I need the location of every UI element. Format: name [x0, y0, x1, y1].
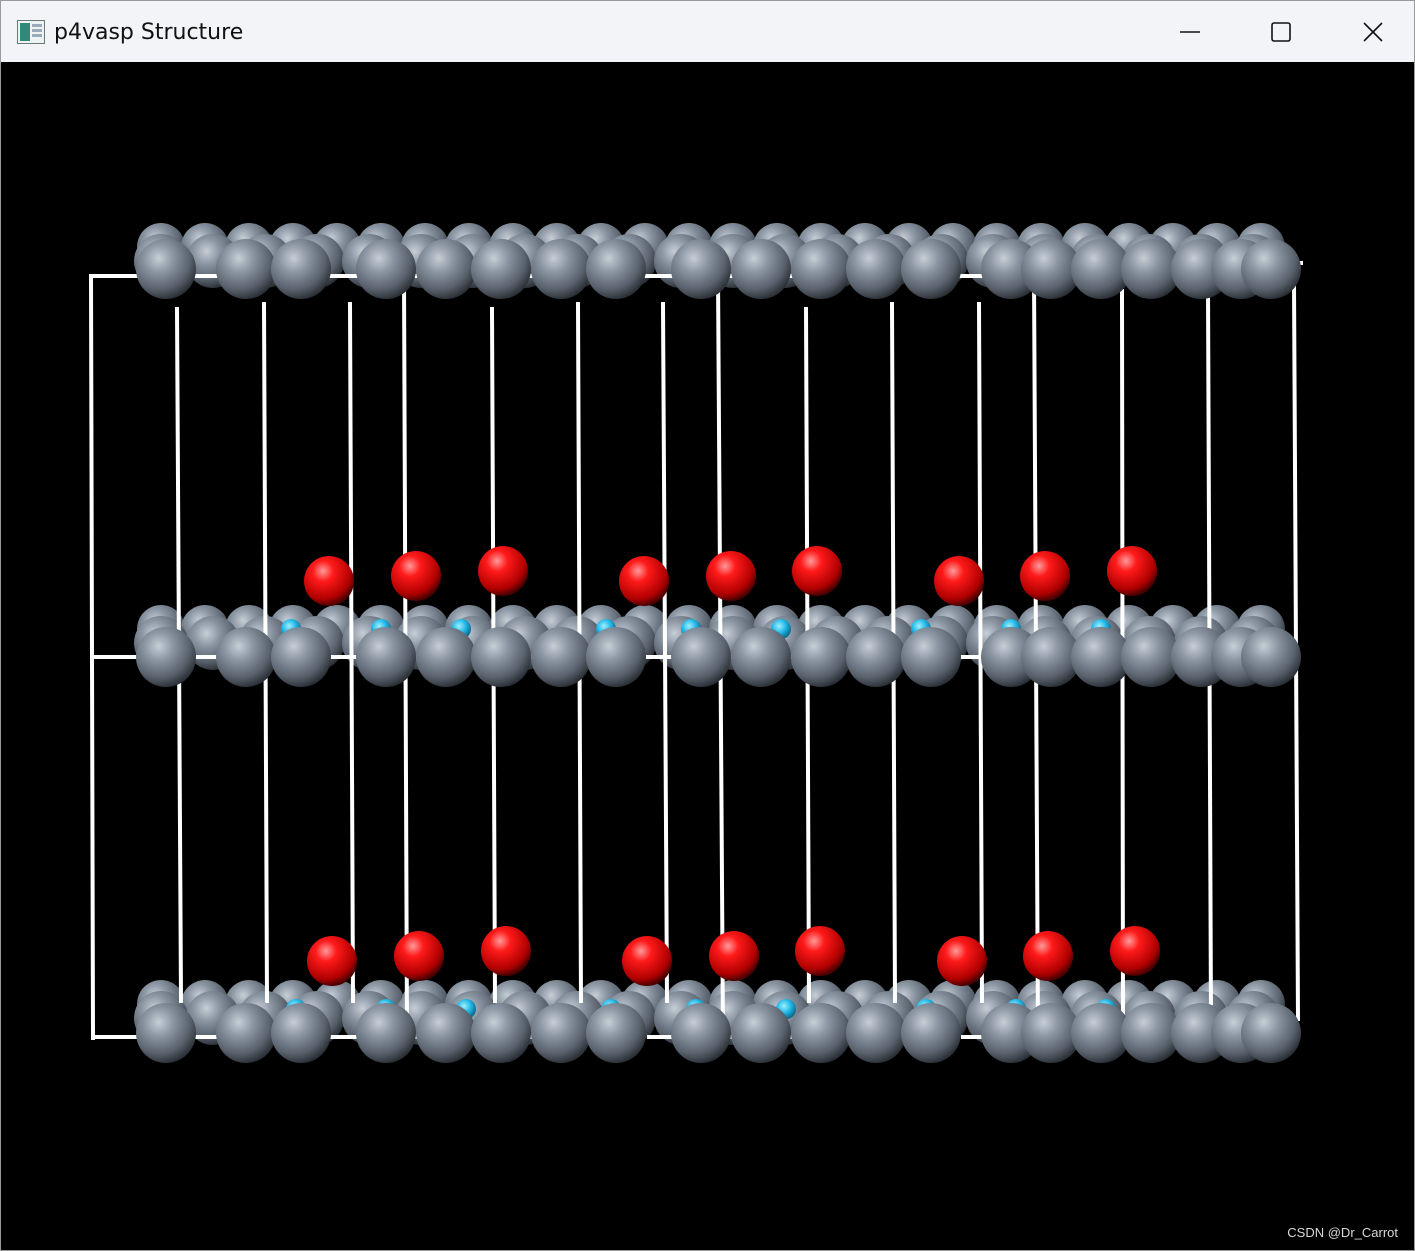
structure-window: p4vasp Structure CSDN @Dr_Carrot [0, 0, 1415, 1251]
maximize-icon [1271, 21, 1291, 42]
carbon-atom [791, 1003, 851, 1063]
oxygen-atom [622, 936, 672, 986]
oxygen-atom [391, 551, 441, 601]
carbon-atom [531, 1003, 591, 1063]
carbon-atom [1241, 627, 1301, 687]
carbon-atom [356, 1003, 416, 1063]
cell-edge [660, 301, 670, 1004]
carbon-atom [846, 1003, 906, 1063]
carbon-atom [671, 239, 731, 299]
oxygen-atom [937, 936, 987, 986]
close-icon [1363, 21, 1383, 42]
carbon-atom [531, 239, 591, 299]
carbon-atom [471, 1003, 531, 1063]
watermark: CSDN @Dr_Carrot [1287, 1225, 1398, 1240]
structure-scene [88, 223, 1303, 1063]
carbon-atom [671, 627, 731, 687]
oxygen-atom [481, 926, 531, 976]
carbon-atom [901, 239, 961, 299]
carbon-atom [416, 1003, 476, 1063]
oxygen-atom [792, 546, 842, 596]
carbon-atom [471, 627, 531, 687]
carbon-atom [471, 239, 531, 299]
oxygen-atom [706, 551, 756, 601]
app-icon [17, 20, 45, 44]
carbon-atom [731, 239, 791, 299]
carbon-atom [1241, 239, 1301, 299]
cell-edge [347, 301, 356, 1004]
carbon-atom [901, 1003, 961, 1063]
oxygen-atom [304, 556, 354, 606]
carbon-atom [731, 627, 791, 687]
carbon-atom [216, 627, 276, 687]
carbon-atom [356, 239, 416, 299]
oxygen-atom [1110, 926, 1160, 976]
oxygen-atom [394, 931, 444, 981]
carbon-atom [216, 239, 276, 299]
carbon-atom [586, 627, 646, 687]
carbon-atom [791, 239, 851, 299]
oxygen-atom [795, 926, 845, 976]
oxygen-atom [307, 936, 357, 986]
carbon-atom [136, 627, 196, 687]
oxygen-atom [1023, 931, 1073, 981]
oxygen-atom [709, 931, 759, 981]
carbon-atom [356, 627, 416, 687]
oxygen-atom [934, 556, 984, 606]
carbon-atom [216, 1003, 276, 1063]
oxygen-atom [1107, 546, 1157, 596]
close-button[interactable] [1327, 1, 1415, 62]
carbon-atom [671, 1003, 731, 1063]
carbon-atom [136, 1003, 196, 1063]
carbon-atom [271, 1003, 331, 1063]
carbon-atom [846, 239, 906, 299]
oxygen-atom [1020, 551, 1070, 601]
carbon-atom [1241, 1003, 1301, 1063]
carbon-atom [416, 627, 476, 687]
minimize-button[interactable] [1144, 1, 1236, 62]
carbon-atom [731, 1003, 791, 1063]
carbon-atom [846, 627, 906, 687]
window-title: p4vasp Structure [54, 20, 244, 45]
oxygen-atom [619, 556, 669, 606]
carbon-atom [791, 627, 851, 687]
maximize-button[interactable] [1235, 1, 1327, 62]
carbon-atom [416, 239, 476, 299]
carbon-atom [901, 627, 961, 687]
carbon-atom [586, 239, 646, 299]
carbon-atom [271, 627, 331, 687]
title-bar[interactable]: p4vasp Structure [1, 1, 1414, 62]
carbon-atom [136, 239, 196, 299]
minimize-icon [1180, 30, 1200, 33]
structure-viewport[interactable]: CSDN @Dr_Carrot [1, 62, 1414, 1250]
carbon-atom [586, 1003, 646, 1063]
carbon-atom [531, 627, 591, 687]
carbon-atom [271, 239, 331, 299]
oxygen-atom [478, 546, 528, 596]
